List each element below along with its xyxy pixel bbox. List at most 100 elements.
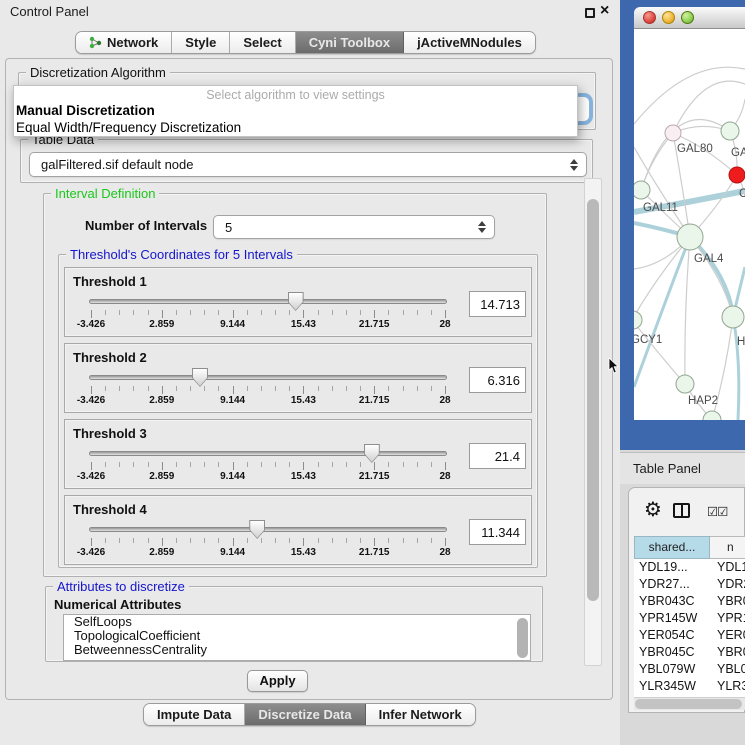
close-icon[interactable]: × [600,2,609,20]
tab-jactivemnodules[interactable]: jActiveMNodules [404,32,535,53]
slider-track[interactable] [89,451,447,456]
network-graph: GAL80GACGAL11GAL4GCY1HHAP2 [634,29,745,420]
network-node-red[interactable] [729,167,745,183]
threshold-value-field[interactable]: 6.316 [469,367,526,393]
tick-mark [233,462,234,470]
tick-mark [417,538,418,543]
attribute-list-item[interactable]: TopologicalCoefficient [64,629,530,643]
tick-mark [148,462,149,467]
tick-mark [275,462,276,467]
cell-shared-name: YPR145W [634,610,710,627]
table-hscrollbar-thumb[interactable] [635,699,742,709]
column-header-shared-name[interactable]: shared... [634,536,710,559]
tick-mark [303,538,304,546]
network-node-green[interactable] [676,375,694,393]
top-tab-bar: NetworkStyleSelectCyni ToolboxjActiveMNo… [75,31,536,54]
attribute-list-item[interactable]: SelfLoops [64,615,530,629]
pane-scrollbar-thumb[interactable] [587,199,599,601]
discretization-algorithm-title: Discretization Algorithm [26,65,170,80]
pane-scrollbar[interactable] [584,178,602,666]
threshold-value-field[interactable]: 21.4 [469,443,526,469]
attribute-list-item[interactable]: BetweennessCentrality [64,643,530,657]
tick-mark [388,386,389,391]
numerical-attributes-list[interactable]: SelfLoopsTopologicalCoefficientBetweenne… [63,614,531,661]
table-row[interactable]: YDL19...YDL1 [634,559,745,576]
network-node-green[interactable] [634,311,642,329]
network-node-green[interactable] [721,122,739,140]
tick-label: 28 [439,547,450,558]
slider-track[interactable] [89,527,447,532]
tick-mark [445,462,446,470]
tick-mark [261,310,262,315]
number-of-intervals-combobox[interactable]: 5 [213,215,495,239]
table-row[interactable]: YBL079WYBL0 [634,661,745,678]
tick-mark [332,310,333,315]
tick-mark [318,538,319,543]
list-scrollbar[interactable] [517,618,528,658]
tick-mark [218,462,219,467]
slider-track[interactable] [89,375,447,380]
split-columns-icon[interactable] [673,503,690,518]
table-row[interactable]: YER054CYER0 [634,627,745,644]
zoom-traffic-light-icon[interactable] [681,11,694,24]
tab-impute-data[interactable]: Impute Data [144,704,245,725]
dropdown-option-equal-width-frequency[interactable]: Equal Width/Frequency Discretization [16,120,241,135]
table-panel-titlebar: Table Panel [620,452,745,484]
network-node-pink[interactable] [665,125,681,141]
dropdown-option-manual-discretization[interactable]: Manual Discretization [16,103,155,118]
network-window-titlebar[interactable] [634,7,745,29]
tab-infer-network[interactable]: Infer Network [366,704,475,725]
network-edge [641,133,673,190]
tab-cyni-toolbox[interactable]: Cyni Toolbox [296,32,404,53]
threshold-panel-2: Threshold 2-3.4262.8599.14415.4321.71528… [64,343,532,413]
tick-mark [105,538,106,543]
tick-label: 2.859 [149,319,174,330]
tick-mark [190,310,191,315]
tick-mark [431,310,432,315]
slider-thumb[interactable] [364,444,380,463]
table-data-group: Table Data galFiltered.sif default node [20,139,593,183]
tick-mark [105,462,106,467]
tab-select[interactable]: Select [230,32,295,53]
network-canvas[interactable]: GAL80GACGAL11GAL4GCY1HHAP2 [634,29,745,420]
threshold-value-field[interactable]: 11.344 [469,519,526,545]
table-row[interactable]: YBR045CYBR0 [634,644,745,661]
table-hscrollbar[interactable] [634,697,745,710]
column-header-name[interactable]: n [710,536,745,559]
slider-thumb[interactable] [192,368,208,387]
slider-track[interactable] [89,299,447,304]
table-row[interactable]: YBR043CYBR0 [634,593,745,610]
apply-button[interactable]: Apply [247,670,308,692]
tick-mark [318,386,319,391]
tick-mark [133,386,134,391]
table-row[interactable]: YDR27...YDR2 [634,576,745,593]
network-node-green[interactable] [677,224,703,250]
table-data-combobox[interactable]: galFiltered.sif default node [29,152,587,177]
cell-name: YLR3 [710,678,745,695]
tick-mark [445,386,446,394]
tab-network[interactable]: Network [76,32,172,53]
threshold-value-field[interactable]: 14.713 [469,291,526,317]
control-panel: Control Panel × NetworkStyleSelectCyni T… [0,0,620,745]
tab-style[interactable]: Style [172,32,230,53]
network-node-green[interactable] [634,181,650,199]
cell-shared-name: YBL079W [634,661,710,678]
network-node-green[interactable] [722,306,744,328]
tick-mark [119,310,120,315]
slider-thumb[interactable] [249,520,265,539]
cell-name: YPR1 [710,610,745,627]
table-row[interactable]: YLR345WYLR3 [634,678,745,695]
tick-mark [403,538,404,543]
tick-mark [332,462,333,467]
network-edge [634,67,745,124]
close-traffic-light-icon[interactable] [643,11,656,24]
float-window-icon[interactable] [585,8,595,18]
minimize-traffic-light-icon[interactable] [662,11,675,24]
tick-label: 2.859 [149,547,174,558]
tab-discretize-data[interactable]: Discretize Data [245,704,365,725]
tick-mark [190,538,191,543]
table-row[interactable]: YPR145WYPR1 [634,610,745,627]
gear-icon[interactable]: ⚙ [644,499,662,519]
checkboxes-icon[interactable]: ☑☑ [707,504,727,519]
slider-thumb[interactable] [288,292,304,311]
